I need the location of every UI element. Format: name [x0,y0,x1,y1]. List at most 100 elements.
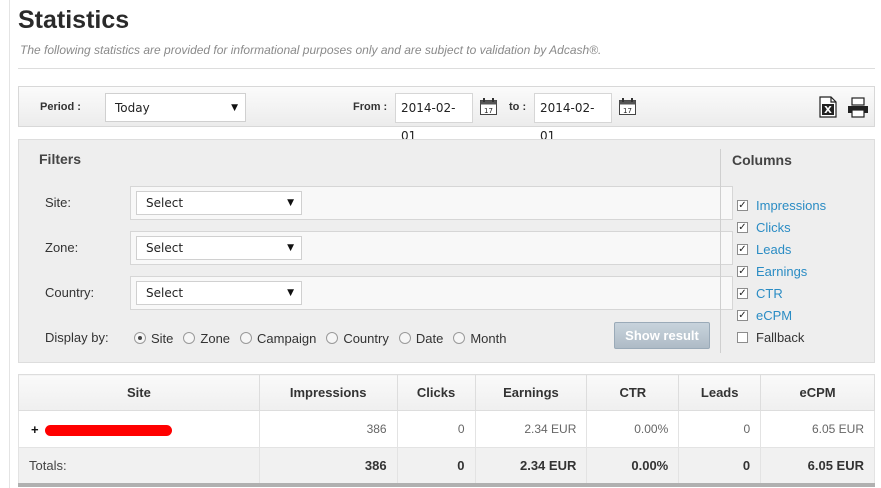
column-label[interactable]: Impressions [756,198,826,213]
filters-heading: Filters [39,151,82,167]
chevron-down-icon: ▼ [287,288,294,298]
column-header-site[interactable]: Site [18,374,260,411]
show-result-button[interactable]: Show result [614,322,710,349]
column-label[interactable]: Earnings [756,264,807,279]
radio-month[interactable]: Month [453,331,506,346]
totals-label: Totals: [18,447,260,487]
column-toggle-earnings[interactable]: ✓ Earnings [737,260,826,282]
excel-export-icon[interactable]: X [819,96,837,118]
from-date-input[interactable]: 2014-02-01 [395,93,473,143]
table-header-row: Site Impressions Clicks Earnings CTR Lea… [18,374,875,411]
checkbox-checked[interactable]: ✓ [737,243,748,255]
title-divider [18,68,875,69]
filter-row-country: Select ▼ [130,276,733,310]
filter-label-country: Country: [45,285,95,300]
panel-divider [720,149,721,353]
radio-label: Country [343,330,389,346]
earnings-cell: 2.34 EUR [475,410,588,448]
radio-button[interactable] [453,332,466,344]
radio-button[interactable] [398,332,411,344]
radio-site[interactable]: Site [134,331,173,346]
page-subtitle: The following statistics are provided fo… [20,43,602,57]
radio-label: Month [470,330,507,346]
radio-label: Zone [200,330,231,346]
impressions-cell: 386 [259,410,398,448]
table-row: + 386 0 2.34 EUR 0.00% 0 6.05 EUR [18,410,875,448]
checkbox-checked[interactable]: ✓ [737,221,748,233]
checkbox-checked[interactable]: ✓ [737,265,748,277]
radio-zone[interactable]: Zone [183,331,230,346]
checkbox-checked[interactable]: ✓ [737,309,748,321]
column-header-impressions[interactable]: Impressions [259,374,398,411]
period-select[interactable]: Today ▼ [105,93,246,122]
calendar-day-text: 17 [484,107,493,115]
total-impressions: 386 [259,447,398,487]
display-by-label: Display by: [45,330,109,345]
from-label: From : [353,101,388,113]
radio-country[interactable]: Country [326,331,389,346]
column-toggle-ctr[interactable]: ✓ CTR [737,282,826,304]
total-earnings: 2.34 EUR [475,447,588,487]
filter-label-site: Site: [45,195,72,210]
calendar-day-text: 17 [623,107,632,115]
radio-button[interactable] [240,332,253,344]
column-toggle-fallback[interactable]: Fallback [737,326,826,348]
ecpm-cell: 6.05 EUR [760,410,875,448]
radio-button[interactable] [326,332,339,344]
display-by-radio-group: Site Zone Campaign Country Date Month [134,329,516,347]
columns-heading: Columns [732,152,792,168]
period-select-value: Today [115,100,150,115]
filter-label-zone: Zone: [45,240,79,255]
page-title: Statistics [18,6,130,34]
column-label[interactable]: CTR [756,286,783,301]
total-clicks: 0 [397,447,476,487]
column-header-earnings[interactable]: Earnings [475,374,588,411]
column-toggle-clicks[interactable]: ✓ Clicks [737,216,826,238]
radio-button-selected[interactable] [134,332,146,344]
column-label[interactable]: Leads [756,242,791,257]
column-label[interactable]: Clicks [756,220,791,235]
chevron-down-icon: ▼ [287,198,294,208]
chevron-down-icon: ▼ [231,102,238,113]
column-toggle-impressions[interactable]: ✓ Impressions [737,194,826,216]
to-label: to : [509,101,527,113]
expand-row-button[interactable]: + [31,422,39,437]
zone-select[interactable]: Select ▼ [136,236,302,260]
filter-row-zone: Select ▼ [130,231,733,265]
columns-list: ✓ Impressions ✓ Clicks ✓ Leads ✓ Earnings ✓ C… [737,194,826,348]
checkbox-checked[interactable]: ✓ [737,199,748,211]
radio-button[interactable] [183,332,196,344]
svg-text:X: X [824,105,832,116]
column-header-leads[interactable]: Leads [678,374,762,411]
country-select[interactable]: Select ▼ [136,281,302,305]
checkbox-checked[interactable]: ✓ [737,287,748,299]
total-leads: 0 [678,447,762,487]
ctr-cell: 0.00% [586,410,680,448]
chevron-down-icon: ▼ [287,243,294,253]
checkbox-unchecked[interactable] [737,331,748,343]
column-toggle-ecpm[interactable]: ✓ eCPM [737,304,826,326]
to-date-input[interactable]: 2014-02-01 [534,93,612,143]
print-icon[interactable] [847,97,869,119]
page-left-border [9,0,10,488]
column-toggle-leads[interactable]: ✓ Leads [737,238,826,260]
site-select[interactable]: Select ▼ [136,191,302,215]
radio-campaign[interactable]: Campaign [240,331,316,346]
clicks-cell: 0 [397,410,476,448]
calendar-icon[interactable]: 17 [480,98,497,115]
period-toolbar: Period : Today ▼ From : 2014-02-01 17 to… [18,86,875,143]
site-select-value: Select [146,196,184,210]
column-header-ecpm[interactable]: eCPM [760,374,875,411]
column-header-ctr[interactable]: CTR [586,374,680,411]
calendar-icon[interactable]: 17 [619,98,636,115]
column-header-clicks[interactable]: Clicks [397,374,476,411]
redacted-site-name [44,424,172,436]
total-ecpm: 6.05 EUR [760,447,875,487]
column-label[interactable]: Fallback [756,330,804,345]
radio-label: Date [415,330,444,346]
column-label[interactable]: eCPM [756,308,792,323]
site-cell: + [18,410,260,448]
period-label: Period : [40,101,81,113]
radio-date[interactable]: Date [398,330,444,346]
radio-label: Site [151,330,174,346]
